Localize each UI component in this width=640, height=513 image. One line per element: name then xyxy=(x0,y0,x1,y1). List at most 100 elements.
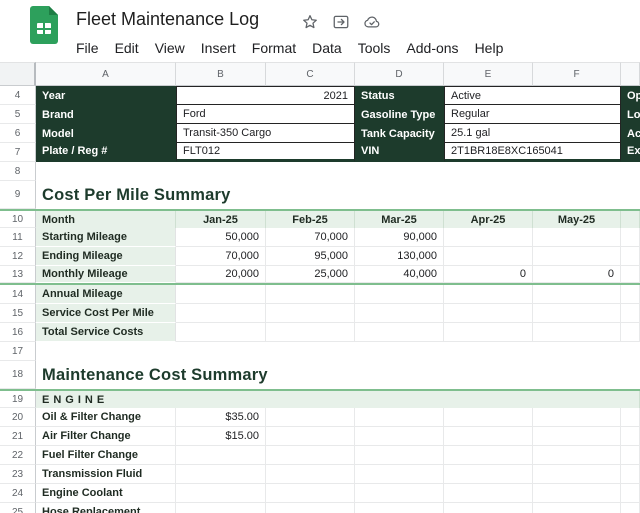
cell-F15[interactable] xyxy=(533,304,621,323)
cell-A12[interactable]: Ending Mileage xyxy=(36,247,176,266)
col-header-B[interactable]: B xyxy=(176,62,266,86)
cell-F10[interactable]: May-25 xyxy=(533,211,621,228)
cell-D6[interactable]: Tank Capacity xyxy=(355,124,444,143)
cell-D5[interactable]: Gasoline Type xyxy=(355,105,444,124)
cell-F25[interactable] xyxy=(533,503,621,513)
cell-C24[interactable] xyxy=(266,484,355,503)
cell-BC6[interactable]: Transit-350 Cargo xyxy=(176,124,355,143)
cell-C23[interactable] xyxy=(266,465,355,484)
row-header-9[interactable]: 9 xyxy=(0,181,36,209)
cloud-saved-icon[interactable] xyxy=(363,13,381,31)
cell-C15[interactable] xyxy=(266,304,355,323)
menu-view[interactable]: View xyxy=(147,37,193,59)
row-header-25[interactable]: 25 xyxy=(0,503,36,513)
cell-D14[interactable] xyxy=(355,285,444,304)
menu-format[interactable]: Format xyxy=(244,37,304,59)
cell-F12[interactable] xyxy=(533,247,621,266)
cell-A20[interactable]: Oil & Filter Change xyxy=(36,408,176,427)
col-header-G[interactable] xyxy=(621,62,640,86)
cell-F20[interactable] xyxy=(533,408,621,427)
cell-D24[interactable] xyxy=(355,484,444,503)
cell-A21[interactable]: Air Filter Change xyxy=(36,427,176,446)
cell-B16[interactable] xyxy=(176,323,266,342)
cell-B15[interactable] xyxy=(176,304,266,323)
cell-G15[interactable] xyxy=(621,304,640,323)
cell-D22[interactable] xyxy=(355,446,444,465)
cell-G10[interactable] xyxy=(621,211,640,228)
cell-A13[interactable]: Monthly Mileage xyxy=(36,266,176,283)
cell-BC7[interactable]: FLT012 xyxy=(176,143,355,162)
cell-E22[interactable] xyxy=(444,446,533,465)
cell-F14[interactable] xyxy=(533,285,621,304)
cell-G5[interactable]: Loc xyxy=(621,105,640,124)
cell-C16[interactable] xyxy=(266,323,355,342)
cell-BC4[interactable]: 2021 xyxy=(176,86,355,105)
cell-E16[interactable] xyxy=(444,323,533,342)
cell-F23[interactable] xyxy=(533,465,621,484)
cell-BC5[interactable]: Ford xyxy=(176,105,355,124)
cell-F24[interactable] xyxy=(533,484,621,503)
cell-C25[interactable] xyxy=(266,503,355,513)
cell-EF4[interactable]: Active xyxy=(444,86,621,105)
cell-B11[interactable]: 50,000 xyxy=(176,228,266,247)
row-header-13[interactable]: 13 xyxy=(0,266,36,283)
cell-F21[interactable] xyxy=(533,427,621,446)
cell-G16[interactable] xyxy=(621,323,640,342)
cell-ALL19[interactable]: ENGINE xyxy=(36,391,640,408)
cell-D10[interactable]: Mar-25 xyxy=(355,211,444,228)
document-title[interactable]: Fleet Maintenance Log xyxy=(76,9,259,30)
cell-E20[interactable] xyxy=(444,408,533,427)
cell-F16[interactable] xyxy=(533,323,621,342)
row-header-21[interactable]: 21 xyxy=(0,427,36,446)
row-header-16[interactable]: 16 xyxy=(0,323,36,342)
cell-D25[interactable] xyxy=(355,503,444,513)
cell-G22[interactable] xyxy=(621,446,640,465)
move-to-folder-icon[interactable] xyxy=(332,13,350,31)
cell-D13[interactable]: 40,000 xyxy=(355,266,444,283)
row-header-22[interactable]: 22 xyxy=(0,446,36,465)
col-header-C[interactable]: C xyxy=(266,62,355,86)
cell-C10[interactable]: Feb-25 xyxy=(266,211,355,228)
cell-G25[interactable] xyxy=(621,503,640,513)
cell-D21[interactable] xyxy=(355,427,444,446)
col-header-D[interactable]: D xyxy=(355,62,444,86)
cell-G11[interactable] xyxy=(621,228,640,247)
cell-E13[interactable]: 0 xyxy=(444,266,533,283)
cell-E11[interactable] xyxy=(444,228,533,247)
cell-G23[interactable] xyxy=(621,465,640,484)
cell-EF7[interactable]: 2T1BR18E8XC165041 xyxy=(444,143,621,162)
cell-A11[interactable]: Starting Mileage xyxy=(36,228,176,247)
cell-D23[interactable] xyxy=(355,465,444,484)
cell-B24[interactable] xyxy=(176,484,266,503)
cell-G14[interactable] xyxy=(621,285,640,304)
cell-D16[interactable] xyxy=(355,323,444,342)
row-header-15[interactable]: 15 xyxy=(0,304,36,323)
cell-D15[interactable] xyxy=(355,304,444,323)
row-header-17[interactable]: 17 xyxy=(0,342,36,361)
cell-B25[interactable] xyxy=(176,503,266,513)
cell-E24[interactable] xyxy=(444,484,533,503)
cell-F13[interactable]: 0 xyxy=(533,266,621,283)
menu-addons[interactable]: Add-ons xyxy=(398,37,466,59)
menu-file[interactable]: File xyxy=(68,37,107,59)
section-title-row-18[interactable]: Maintenance Cost Summary xyxy=(36,361,640,389)
cell-E21[interactable] xyxy=(444,427,533,446)
cell-D7[interactable]: VIN xyxy=(355,143,444,162)
row-header-18[interactable]: 18 xyxy=(0,361,36,389)
menu-tools[interactable]: Tools xyxy=(350,37,399,59)
cell-E23[interactable] xyxy=(444,465,533,484)
row-header-5[interactable]: 5 xyxy=(0,105,36,124)
row-header-23[interactable]: 23 xyxy=(0,465,36,484)
cell-A4[interactable]: Year xyxy=(36,86,176,105)
row-header-24[interactable]: 24 xyxy=(0,484,36,503)
row-header-20[interactable]: 20 xyxy=(0,408,36,427)
sheets-logo-icon[interactable] xyxy=(30,6,58,44)
menu-help[interactable]: Help xyxy=(467,37,512,59)
cell-EF6[interactable]: 25.1 gal xyxy=(444,124,621,143)
cell-G21[interactable] xyxy=(621,427,640,446)
cell-D11[interactable]: 90,000 xyxy=(355,228,444,247)
cell-G20[interactable] xyxy=(621,408,640,427)
cell-B20[interactable]: $35.00 xyxy=(176,408,266,427)
cell-G24[interactable] xyxy=(621,484,640,503)
row-header-7[interactable]: 7 xyxy=(0,143,36,162)
